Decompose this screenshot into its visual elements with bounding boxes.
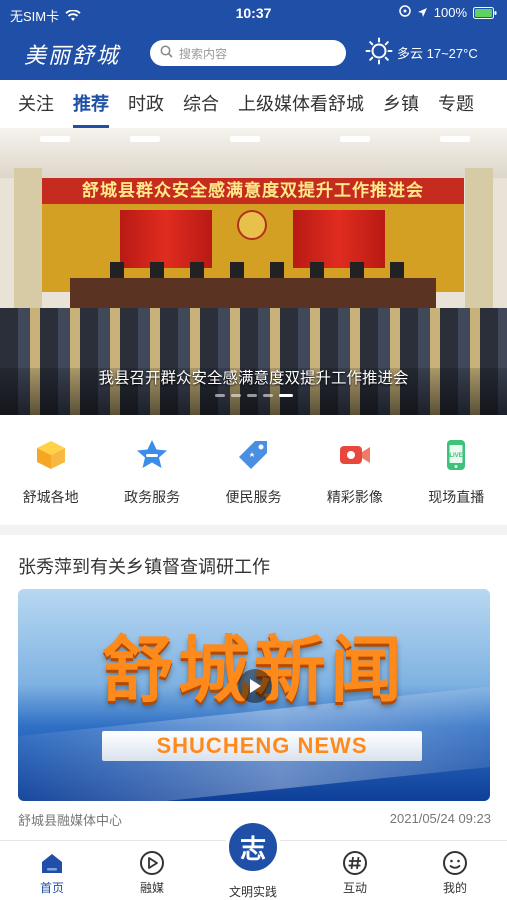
tab-towns[interactable]: 乡镇 [383,80,419,128]
tab-higher-media[interactable]: 上级媒体看舒城 [238,80,364,128]
banner-caption: 我县召开群众安全感满意度双提升工作推进会 [98,370,409,387]
hashtag-icon [343,851,367,875]
nav-mine[interactable]: 我的 [415,849,495,896]
play-icon [250,679,261,693]
status-bar: 无SIM卡 10:37 100% [0,0,507,28]
carousel-dot-active [278,394,293,397]
search-icon [160,45,173,61]
category-tabs: 关注 推荐 时政 综合 上级媒体看舒城 乡镇 专题 [0,80,507,128]
svg-text:LIVE: LIVE [450,453,463,459]
bottom-navigation: 首页 融媒 志 文明实践 互动 我的 [0,819,507,900]
carousel-indicator [0,394,507,397]
shortcut-shucheng-places[interactable]: 舒城各地 [0,415,101,525]
play-circle-icon [140,851,164,875]
cube-icon [31,435,71,475]
battery-percent: 100% [433,5,467,20]
weather-text: 多云 17~27°C [397,46,478,61]
smiley-icon [443,851,467,875]
shortcut-government-services[interactable]: 政务服务 [101,415,202,525]
shortcut-featured-videos[interactable]: 精彩影像 [304,415,405,525]
play-button[interactable] [238,669,272,703]
home-icon [42,854,62,873]
sun-icon [365,37,393,68]
search-placeholder: 搜索内容 [179,46,228,61]
tab-topics[interactable]: 专题 [438,80,474,128]
news-title: 张秀萍到有关乡镇督查调研工作 [18,557,270,577]
live-phone-icon: LIVE [436,435,476,475]
battery-icon [473,6,497,19]
tab-politics[interactable]: 时政 [128,80,164,128]
carousel-dot [262,394,273,397]
zhi-logo-icon: 志 [239,833,266,864]
carousel-dot [246,394,257,397]
banner-photo-ceiling [0,128,507,178]
tab-recommend[interactable]: 推荐 [73,80,109,128]
party-emblem-icon [237,210,267,240]
news-source: 舒城县融媒体中心 [18,813,123,828]
star-badge-icon [132,435,172,475]
nav-civilization-practice-button[interactable]: 志 [225,819,281,875]
news-timestamp: 2021/05/24 09:23 [389,811,491,826]
nav-media[interactable]: 融媒 [112,849,192,896]
app-header: 无SIM卡 10:37 100% 美丽舒城 搜索内容 多云 17~27°C [0,0,507,80]
thumbnail-subtitle: SHUCHENG NEWS [156,733,368,758]
shortcut-grid: 舒城各地 政务服务 便民服务 精彩影像 LIVE 现场直播 [0,415,507,525]
tab-follow[interactable]: 关注 [18,80,54,128]
shortcut-live-broadcast[interactable]: LIVE 现场直播 [406,415,507,525]
nav-civilization-practice-label: 文明实践 [228,885,277,899]
video-camera-icon [335,435,375,475]
location-arrow-icon [417,7,428,18]
nav-interaction[interactable]: 互动 [315,849,395,896]
banner-carousel[interactable]: 舒城县群众安全感满意度双提升工作推进会 我县召开群众安全感满意度双提升工作推进会 [0,128,507,415]
tab-general[interactable]: 综合 [183,80,219,128]
news-thumbnail[interactable]: 舒城新闻 SHUCHENG NEWS [18,589,490,801]
weather-widget[interactable]: 多云 17~27°C [365,37,478,68]
app-bar: 美丽舒城 搜索内容 多云 17~27°C [0,28,507,80]
carousel-dot [214,394,225,397]
banner-podium [70,278,436,308]
nav-home[interactable]: 首页 [12,849,92,896]
tag-icon [233,435,273,475]
search-bar[interactable]: 搜索内容 [150,40,346,66]
banner-stage-slogan: 舒城县群众安全感满意度双提升工作推进会 [42,178,464,204]
app-logo: 美丽舒城 [24,44,121,69]
carousel-dot [230,394,241,397]
news-card[interactable]: 张秀萍到有关乡镇督查调研工作 舒城新闻 SHUCHENG NEWS 舒城县融媒体… [0,535,507,840]
alarm-icon [399,5,411,20]
shortcut-convenience-services[interactable]: 便民服务 [203,415,304,525]
